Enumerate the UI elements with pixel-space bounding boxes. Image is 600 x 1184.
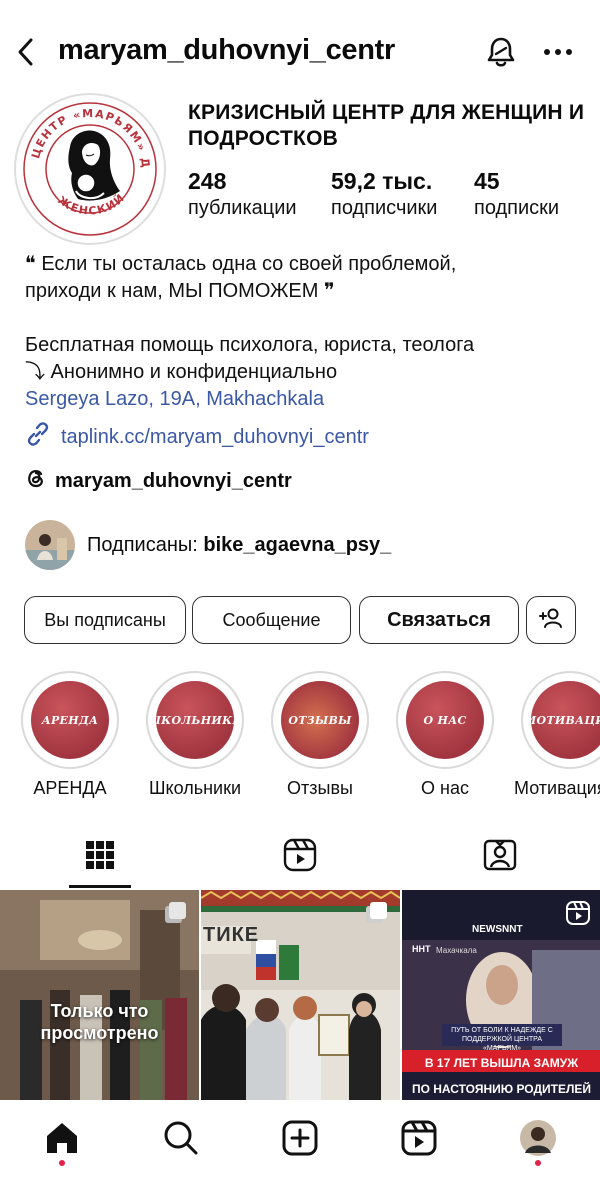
post-headline-2: ПО НАСТОЯНИЮ РОДИТЕЛЕЙ <box>411 1082 592 1096</box>
home-notification-dot <box>59 1160 65 1166</box>
highlight-cover: ШКОЛЬНИКИ <box>156 681 234 759</box>
stat-posts-value: 248 <box>188 168 227 194</box>
back-arrow-icon[interactable] <box>8 32 44 72</box>
link-icon <box>25 421 51 453</box>
post-thumbnail-1[interactable]: Только что просмотрено <box>0 890 199 1100</box>
stat-posts[interactable]: 248 публикации <box>188 168 297 220</box>
search-icon[interactable] <box>159 1116 203 1160</box>
profile-avatar[interactable]: ЦЕНТР «МАРЬЯМ» ДУХОВНЫЙ ЖЕНСКИЙ <box>14 93 166 245</box>
highlight-cover-text: АРЕНДА <box>41 713 99 727</box>
bio-line-4: ⤵ Анонимно и конфиденциально <box>25 361 338 383</box>
threads-handle: maryam_duhovnyi_centr <box>55 469 292 492</box>
threads-link[interactable]: maryam_duhovnyi_centr <box>25 467 292 495</box>
stat-followers-value: 59,2 тыс. <box>331 168 433 194</box>
highlight-cover-text: О НАС <box>423 713 467 727</box>
highlight-schoolchildren[interactable]: ШКОЛЬНИКИ Школьники <box>145 671 245 799</box>
create-icon[interactable] <box>278 1116 322 1160</box>
carousel-icon <box>163 900 189 926</box>
profile-display-name: КРИЗИСНЫЙ ЦЕНТР ДЛЯ ЖЕНЩИН И ПОДРОСТКОВ <box>188 101 585 150</box>
highlight-ring: ОТЗЫВЫ <box>271 671 369 769</box>
highlight-cover: О НАС <box>406 681 484 759</box>
tagged-icon <box>483 838 517 877</box>
bell-icon[interactable] <box>481 32 521 72</box>
profile-avatar-nav[interactable] <box>516 1116 560 1160</box>
highlight-ring: МОТИВАЦИЯ <box>521 671 600 769</box>
threads-icon <box>25 467 47 495</box>
bottom-navigation <box>0 1100 600 1184</box>
logo-image: ЦЕНТР «МАРЬЯМ» ДУХОВНЫЙ ЖЕНСКИЙ <box>20 99 160 239</box>
highlight-cover-text: ОТЗЫВЫ <box>288 713 352 727</box>
address-link[interactable]: Sergeya Lazo, 19A, Makhachkala <box>25 386 324 413</box>
followed-by-prefix: Подписаны: <box>87 533 204 556</box>
highlight-ring: О НАС <box>396 671 494 769</box>
bio-line-2: приходи к нам, МЫ ПОМОЖЕМ ❞ <box>25 280 335 302</box>
tab-tagged[interactable] <box>470 832 530 882</box>
post-headline-1: В 17 ЛЕТ ВЫШЛА ЗАМУЖ <box>424 1056 579 1070</box>
follower-avatar <box>25 520 75 570</box>
highlight-ring: АРЕНДА <box>21 671 119 769</box>
highlight-label: Школьники <box>149 778 241 798</box>
bio-line-3: Бесплатная помощь психолога, юриста, тео… <box>25 334 475 356</box>
highlight-arenda[interactable]: АРЕНДА АРЕНДА <box>20 671 120 799</box>
post-sign-text: ТИКЕ <box>203 924 260 946</box>
contact-button[interactable]: Связаться <box>359 596 519 644</box>
highlight-label: О нас <box>421 778 469 798</box>
tab-posts-grid[interactable] <box>70 832 130 882</box>
highlight-reviews[interactable]: ОТЗЫВЫ Отзывы <box>270 671 370 799</box>
stat-following-value: 45 <box>474 168 500 194</box>
following-button[interactable]: Вы подписаны <box>24 596 186 644</box>
stat-followers[interactable]: 59,2 тыс. подписчики <box>331 168 437 220</box>
profile-username: maryam_duhovnyi_centr <box>58 34 395 66</box>
highlight-cover: МОТИВАЦИЯ <box>531 681 600 759</box>
website-link-text: taplink.cc/maryam_duhovnyi_centr <box>61 425 369 448</box>
post-subtitle: ПУТЬ ОТ БОЛИ К НАДЕЖДЕ С ПОДДЕРЖКОЙ ЦЕНТ… <box>451 1027 553 1052</box>
followed-by-user[interactable]: bike_agaevna_psy_ <box>203 534 391 556</box>
add-person-icon <box>538 606 564 635</box>
active-tab-indicator <box>69 885 131 888</box>
stat-followers-label: подписчики <box>331 197 438 219</box>
followed-by-row[interactable]: Подписаны: bike_agaevna_psy_ <box>25 520 391 570</box>
reels-icon[interactable] <box>397 1116 441 1160</box>
highlight-about[interactable]: О НАС О нас <box>395 671 495 799</box>
highlight-cover: АРЕНДА <box>31 681 109 759</box>
highlight-label: Отзывы <box>287 778 353 798</box>
channel-logo: ННТ <box>412 944 431 954</box>
tab-reels[interactable] <box>270 832 330 882</box>
highlight-label: Мотивация <box>514 778 600 798</box>
post-thumbnail-2[interactable]: ТИКЕ <box>201 890 400 1100</box>
highlight-cover-text: МОТИВАЦИЯ <box>531 713 600 727</box>
channel-name: NEWSNNT <box>472 924 523 935</box>
bio-line-1: ❝ Если ты осталась одна со своей проблем… <box>25 253 457 275</box>
add-person-button[interactable] <box>526 596 576 644</box>
highlight-ring: ШКОЛЬНИКИ <box>146 671 244 769</box>
followed-by-text: Подписаны: bike_agaevna_psy_ <box>87 534 391 557</box>
reel-icon <box>565 900 591 926</box>
reels-icon <box>283 838 317 877</box>
grid-icon <box>85 840 115 875</box>
profile-header: maryam_duhovnyi_centr <box>0 18 600 84</box>
home-icon[interactable] <box>40 1116 84 1160</box>
highlight-label: АРЕНДА <box>33 778 107 798</box>
carousel-icon <box>364 900 390 926</box>
just-viewed-label: Только что просмотрено <box>40 1001 159 1043</box>
stat-following[interactable]: 45 подписки <box>474 168 559 220</box>
highlight-cover: ОТЗЫВЫ <box>281 681 359 759</box>
message-button[interactable]: Сообщение <box>192 596 351 644</box>
more-dots-icon[interactable] <box>538 32 578 72</box>
profile-notification-dot <box>535 1160 541 1166</box>
city-label: Махачкала <box>436 946 477 955</box>
highlight-motivation[interactable]: МОТИВАЦИЯ Мотивация <box>514 671 600 799</box>
stat-posts-label: публикации <box>188 197 297 219</box>
highlight-cover-text: ШКОЛЬНИКИ <box>156 713 234 727</box>
post-thumbnail-3[interactable]: NEWSNNT ННТ Махачкала ПУТЬ ОТ БОЛИ К НАД… <box>402 890 600 1100</box>
website-link[interactable]: taplink.cc/maryam_duhovnyi_centr <box>25 421 369 453</box>
stat-following-label: подписки <box>474 197 560 219</box>
